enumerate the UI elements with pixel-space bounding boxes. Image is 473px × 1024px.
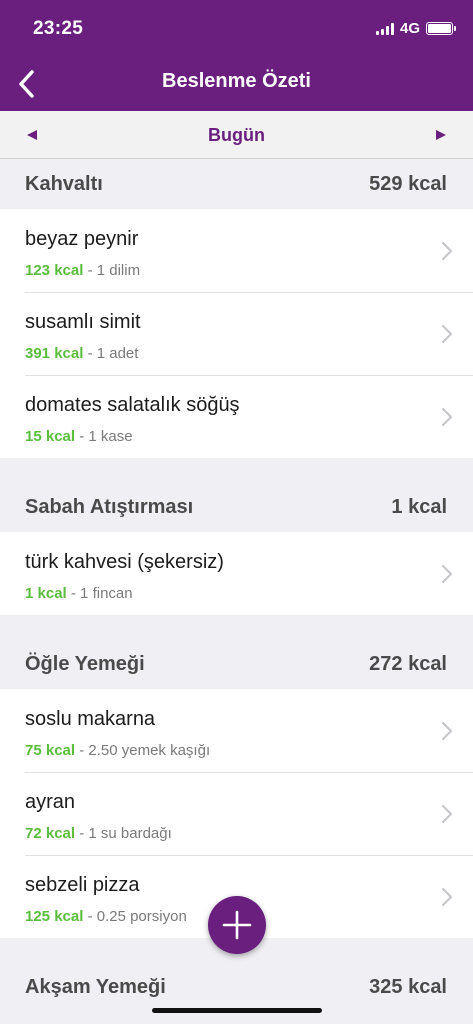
signal-icon [375,22,394,35]
meal-header-dinner: Akşam Yemeği 325 kcal [0,962,473,1012]
breakfast-list: beyaz peynir 123 kcal - 1 dilim susamlı … [0,209,473,458]
food-detail: 72 kcal - 1 su bardağı [25,825,172,842]
status-indicators: 4G [375,20,456,37]
status-bar: 23:25 4G [0,0,473,58]
section-spacer [0,615,473,639]
food-item[interactable]: susamlı simit 391 kcal - 1 adet [0,292,473,375]
food-detail: 1 kcal - 1 fincan [25,585,133,602]
chevron-right-icon [441,887,453,907]
app-header: 23:25 4G Beslenme Özeti [0,0,473,111]
food-portion: - 1 kase [79,428,133,445]
meal-title: Öğle Yemeği [25,652,145,675]
network-type: 4G [399,20,420,37]
food-portion: - 1 fincan [70,585,133,602]
battery-icon [426,22,456,35]
next-day-button[interactable] [431,125,451,145]
status-time: 23:25 [33,18,84,39]
food-kcal: 1 kcal [25,585,67,602]
food-kcal: 125 kcal [25,908,84,925]
food-name: soslu makarna [25,708,156,730]
nav-bar: Beslenme Özeti [0,58,473,111]
triangle-right-icon [436,130,446,140]
food-name: ayran [25,791,76,813]
meal-title: Kahvaltı [25,172,103,195]
page-title: Beslenme Özeti [162,70,311,92]
food-portion: - 1 dilim [87,262,141,279]
food-detail: 15 kcal - 1 kase [25,428,133,445]
food-item[interactable]: ayran 72 kcal - 1 su bardağı [0,772,473,855]
food-portion: - 1 su bardağı [79,825,172,842]
meal-title: Sabah Atıştırması [25,495,194,518]
food-portion: - 0.25 porsiyon [87,908,187,925]
food-detail: 125 kcal - 0.25 porsiyon [25,908,187,925]
food-portion: - 1 adet [87,345,139,362]
food-portion: - 2.50 yemek kaşığı [79,742,211,759]
food-detail: 123 kcal - 1 dilim [25,262,140,279]
food-item[interactable]: domates salatalık söğüş 15 kcal - 1 kase [0,375,473,458]
food-kcal: 15 kcal [25,428,76,445]
food-kcal: 123 kcal [25,262,84,279]
chevron-right-icon [441,407,453,427]
food-item[interactable]: türk kahvesi (şekersiz) 1 kcal - 1 finca… [0,532,473,615]
meal-title: Akşam Yemeği [25,975,166,998]
chevron-right-icon [441,324,453,344]
meal-total: 325 kcal [369,975,447,998]
meal-header-breakfast: Kahvaltı 529 kcal [0,159,473,209]
section-spacer [0,458,473,482]
food-kcal: 72 kcal [25,825,76,842]
food-name: beyaz peynir [25,228,139,250]
food-item[interactable]: beyaz peynir 123 kcal - 1 dilim [0,209,473,292]
morning-snack-list: türk kahvesi (şekersiz) 1 kcal - 1 finca… [0,532,473,615]
food-name: susamlı simit [25,311,141,333]
food-detail: 391 kcal - 1 adet [25,345,138,362]
home-indicator[interactable] [152,1008,322,1013]
date-navigator: Bugün [0,111,473,159]
food-kcal: 75 kcal [25,742,76,759]
chevron-right-icon [441,804,453,824]
chevron-right-icon [441,721,453,741]
food-detail: 75 kcal - 2.50 yemek kaşığı [25,742,210,759]
food-kcal: 391 kcal [25,345,84,362]
chevron-right-icon [441,564,453,584]
plus-icon [222,910,252,940]
chevron-right-icon [441,241,453,261]
food-item[interactable]: soslu makarna 75 kcal - 2.50 yemek kaşığ… [0,689,473,772]
meal-total: 272 kcal [369,652,447,675]
food-name: sebzeli pizza [25,874,140,896]
food-name: türk kahvesi (şekersiz) [25,551,224,573]
date-label: Bugün [208,125,265,145]
meal-header-lunch: Öğle Yemeği 272 kcal [0,639,473,689]
food-name: domates salatalık söğüş [25,394,240,416]
meal-total: 1 kcal [391,495,447,518]
meal-header-morning-snack: Sabah Atıştırması 1 kcal [0,482,473,532]
add-food-button[interactable] [208,896,266,954]
meal-total: 529 kcal [369,172,447,195]
